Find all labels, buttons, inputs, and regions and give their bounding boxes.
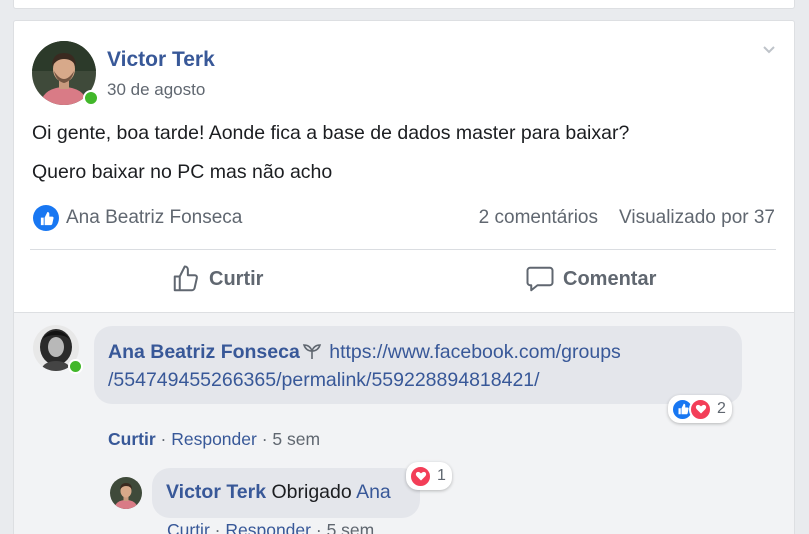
reply-avatar-image (110, 477, 142, 509)
reply-mention[interactable]: Ana (356, 481, 391, 503)
comments-count[interactable]: 2 comentários (479, 207, 598, 229)
online-status-dot (68, 359, 83, 374)
thumbs-up-icon (173, 265, 198, 292)
reactions-summary[interactable]: Ana Beatriz Fonseca (66, 207, 242, 229)
love-reaction-icon (689, 397, 712, 421)
comment-link-part-1[interactable]: https://www.facebook.com/groups (329, 341, 621, 363)
comments-section: Ana Beatriz Fonseca https://www.facebook… (14, 312, 794, 534)
post-author-name[interactable]: Victor Terk (107, 48, 215, 72)
reply-actions: Curtir · Responder · 5 sem (167, 520, 374, 534)
separator: · (261, 429, 268, 449)
chevron-down-icon[interactable] (762, 43, 776, 57)
reaction-count: 1 (437, 467, 446, 484)
comment-button[interactable]: Comentar (525, 264, 656, 294)
post-text-line-1: Oi gente, boa tarde! Aonde fica a base d… (32, 122, 630, 144)
reply-bubble: Victor Terk Obrigado Ana (152, 468, 420, 518)
like-reaction-icon (33, 205, 59, 231)
comment-bubble: Ana Beatriz Fonseca https://www.facebook… (94, 326, 742, 404)
reply-author-avatar[interactable] (110, 477, 142, 509)
online-status-dot (83, 90, 99, 106)
post-date[interactable]: 30 de agosto (107, 80, 205, 100)
seen-by-count[interactable]: Visualizado por 37 (619, 207, 775, 229)
comment-actions: Curtir · Responder · 5 sem (108, 429, 320, 450)
like-button-label: Curtir (209, 267, 264, 290)
separator: · (214, 520, 221, 534)
reply-reply-link[interactable]: Responder (225, 520, 311, 534)
post-card: Victor Terk 30 de agosto Oi gente, boa t… (13, 20, 795, 534)
comment-link-part-2[interactable]: /554749455266365/permalink/5592288948184… (108, 369, 540, 391)
reply-like-link[interactable]: Curtir (167, 520, 210, 534)
actions-divider (30, 249, 776, 250)
separator: · (160, 429, 167, 449)
reply-reactions[interactable]: 1 (406, 462, 452, 490)
comment-author-name[interactable]: Ana Beatriz Fonseca (108, 341, 300, 363)
previous-post-card-edge (13, 0, 795, 9)
love-reaction-icon (409, 464, 432, 488)
commenter-avatar[interactable] (33, 325, 83, 374)
comment-reply-link[interactable]: Responder (171, 429, 257, 449)
separator: · (315, 520, 322, 534)
sprout-icon (302, 344, 321, 359)
author-avatar[interactable] (32, 41, 99, 106)
speech-bubble-icon (526, 266, 554, 292)
post-text-line-2: Quero baixar no PC mas não acho (32, 161, 333, 183)
reply-text: Obrigado (271, 481, 352, 503)
comment-timestamp[interactable]: 5 sem (272, 429, 320, 449)
like-button[interactable]: Curtir (171, 264, 263, 294)
reply-timestamp[interactable]: 5 sem (327, 520, 375, 534)
comment-like-link[interactable]: Curtir (108, 429, 156, 449)
comment-reactions[interactable]: 2 (668, 395, 732, 423)
reaction-count: 2 (717, 400, 726, 417)
comment-button-label: Comentar (563, 267, 657, 290)
reply-author-name[interactable]: Victor Terk (166, 481, 266, 503)
